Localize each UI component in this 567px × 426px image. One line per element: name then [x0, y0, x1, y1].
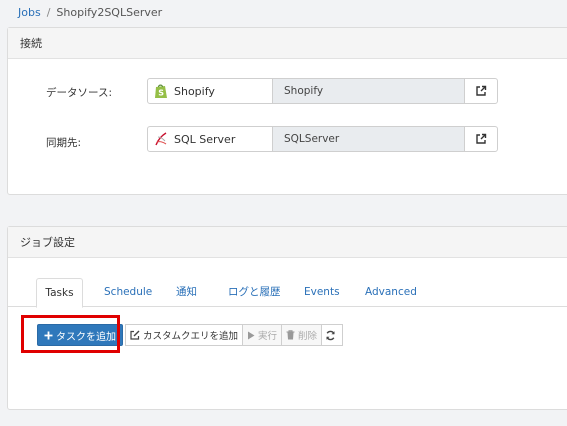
destination-name: SQL Server: [174, 132, 236, 146]
shopify-icon: S: [155, 84, 167, 98]
tab-advanced[interactable]: Advanced: [365, 278, 417, 307]
external-link-icon: [476, 133, 487, 144]
play-icon: [248, 331, 255, 339]
breadcrumb: Jobs / Shopify2SQLServer: [18, 6, 162, 20]
job-settings-panel: ジョブ設定 Tasks Schedule 通知 ログと履歴 Events Adv…: [7, 226, 567, 410]
run-button[interactable]: 実行: [242, 324, 283, 346]
svg-text:S: S: [158, 89, 164, 98]
connection-panel-title: 接続: [8, 28, 567, 59]
destination-value: SQLServer: [273, 127, 465, 151]
delete-label: 削除: [298, 331, 318, 342]
trash-icon: [286, 330, 295, 340]
run-label: 実行: [258, 331, 278, 342]
breadcrumb-jobs-link[interactable]: Jobs: [18, 6, 41, 19]
datasource-open-button[interactable]: [465, 79, 497, 103]
destination-field: SQL Server SQLServer: [147, 126, 498, 152]
plus-icon: [44, 331, 53, 339]
destination-open-button[interactable]: [465, 127, 497, 151]
tasks-toolbar: タスクを追加 カスタムクエリを追加 実行 削除: [37, 324, 344, 346]
tab-tasks[interactable]: Tasks: [36, 278, 83, 308]
refresh-icon: [326, 330, 335, 340]
add-task-label: タスクを追加: [56, 331, 116, 343]
add-custom-query-label: カスタムクエリを追加: [143, 331, 239, 342]
tab-logs-history[interactable]: ログと履歴: [228, 278, 281, 307]
datasource-label: データソース:: [46, 87, 113, 99]
external-link-icon: [476, 85, 487, 96]
datasource-name: Shopify: [174, 84, 215, 98]
destination-selector[interactable]: SQL Server: [148, 127, 273, 151]
add-custom-query-button[interactable]: カスタムクエリを追加: [125, 324, 244, 346]
tab-events[interactable]: Events: [304, 278, 340, 307]
datasource-field: S Shopify Shopify: [147, 78, 498, 104]
job-settings-tabs: Tasks Schedule 通知 ログと履歴 Events Advanced: [8, 278, 567, 308]
datasource-value: Shopify: [273, 79, 465, 103]
breadcrumb-current: Shopify2SQLServer: [56, 6, 163, 19]
tab-schedule[interactable]: Schedule: [104, 278, 152, 307]
job-settings-panel-title: ジョブ設定: [8, 227, 567, 258]
destination-label: 同期先:: [46, 137, 82, 149]
delete-button[interactable]: 削除: [281, 324, 323, 346]
tab-notification[interactable]: 通知: [176, 278, 197, 307]
datasource-selector[interactable]: S Shopify: [148, 79, 273, 103]
connection-panel: 接続 データソース: S Shopify Shopify 同期先: SQL Se…: [7, 27, 567, 195]
add-task-button[interactable]: タスクを追加: [37, 324, 123, 346]
edit-icon: [130, 330, 140, 340]
sql-server-icon: [155, 132, 167, 146]
breadcrumb-separator: /: [46, 6, 51, 19]
refresh-button[interactable]: [321, 324, 344, 346]
